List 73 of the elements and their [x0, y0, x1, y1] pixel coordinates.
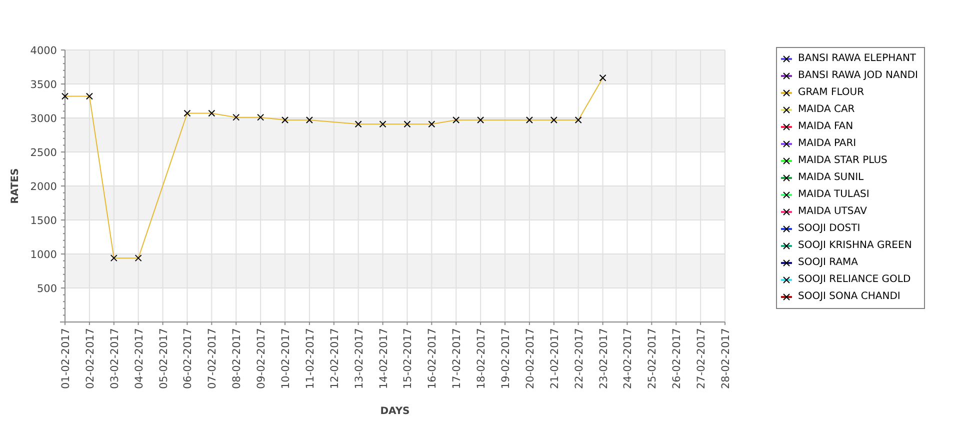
- x-tick-label: 03-02-2017: [108, 328, 121, 390]
- x-tick-label: 18-02-2017: [476, 328, 488, 390]
- legend-label: MAIDA STAR PLUS: [798, 155, 888, 166]
- x-tick-label: 25-02-2017: [646, 328, 659, 390]
- x-tick-label: 10-02-2017: [280, 328, 292, 390]
- x-tick-label: 01-02-2017: [60, 328, 72, 390]
- y-axis-title: RATES: [10, 168, 21, 204]
- x-tick-label: 13-02-2017: [353, 328, 366, 390]
- y-tick-label: 2500: [30, 147, 57, 159]
- data-point: [134, 254, 142, 262]
- x-tick-label: 21-02-2017: [548, 328, 561, 390]
- legend-label: SOOJI RELIANCE GOLD: [798, 274, 911, 285]
- x-tick-label: 27-02-2017: [696, 328, 708, 390]
- x-tick-label: 23-02-2017: [598, 328, 610, 390]
- legend-label: SOOJI KRISHNA GREEN: [798, 240, 912, 251]
- data-point: [452, 116, 460, 124]
- legend-label: SOOJI RAMA: [798, 257, 858, 268]
- y-tick-label: 2000: [30, 181, 57, 193]
- x-tick-label: 09-02-2017: [256, 328, 268, 390]
- data-point: [306, 116, 313, 124]
- x-tick-label: 14-02-2017: [378, 328, 390, 390]
- legend-label: MAIDA FAN: [798, 121, 854, 132]
- data-point: [428, 120, 436, 128]
- y-tick-label: 3000: [30, 113, 57, 125]
- legend-label: GRAM FLOUR: [798, 87, 864, 98]
- data-point: [257, 114, 264, 121]
- data-point: [110, 254, 118, 262]
- legend-label: BANSI RAWA JOD NANDI: [798, 70, 918, 81]
- y-tick-label: 3500: [30, 79, 57, 91]
- x-tick-label: 20-02-2017: [524, 328, 536, 390]
- data-point: [574, 116, 582, 124]
- x-tick-label: 22-02-2017: [573, 328, 586, 390]
- legend-label: MAIDA TULASI: [798, 189, 870, 200]
- legend-label: MAIDA CAR: [798, 104, 855, 115]
- legend-label: MAIDA UTSAV: [798, 206, 867, 217]
- data-point: [550, 116, 558, 124]
- x-tick-label: 15-02-2017: [402, 328, 414, 390]
- legend-label: SOOJI SONA CHANDI: [798, 291, 900, 302]
- data-point: [354, 120, 362, 128]
- data-point: [526, 116, 533, 124]
- y-tick-label: 1500: [30, 215, 57, 227]
- data-point: [184, 110, 191, 117]
- y-tick-label: 4000: [30, 45, 57, 57]
- data-point: [232, 114, 240, 121]
- legend-label: MAIDA SUNIL: [798, 172, 864, 183]
- legend-label: SOOJI DOSTI: [798, 223, 860, 234]
- data-point: [208, 110, 216, 117]
- y-tick-label: 1000: [30, 249, 57, 261]
- x-tick-label: 16-02-2017: [426, 328, 439, 390]
- x-tick-label: 17-02-2017: [451, 328, 464, 390]
- x-tick-label: 05-02-2017: [158, 328, 170, 390]
- legend-label: BANSI RAWA ELEPHANT: [798, 53, 916, 64]
- x-tick-label: 07-02-2017: [206, 328, 219, 390]
- x-tick-label: 08-02-2017: [231, 328, 244, 390]
- data-point: [86, 92, 93, 100]
- data-point: [477, 116, 484, 124]
- data-point: [379, 120, 386, 128]
- x-axis-title: DAYS: [380, 406, 410, 417]
- x-tick-label: 28-02-2017: [720, 328, 732, 390]
- y-tick-label: 500: [36, 283, 57, 295]
- legend-label: MAIDA PARI: [798, 138, 856, 149]
- x-tick-label: 24-02-2017: [622, 328, 634, 390]
- x-tick-label: 19-02-2017: [500, 328, 512, 390]
- x-tick-label: 12-02-2017: [328, 328, 341, 390]
- x-tick-label: 02-02-2017: [84, 328, 96, 390]
- x-tick-label: 11-02-2017: [304, 328, 316, 390]
- x-tick-label: 26-02-2017: [671, 328, 684, 390]
- data-point: [282, 116, 288, 124]
- data-point: [62, 92, 68, 100]
- data-point: [404, 120, 411, 128]
- x-tick-label: 04-02-2017: [133, 328, 146, 390]
- x-tick-label: 06-02-2017: [182, 328, 194, 390]
- data-point: [599, 74, 606, 82]
